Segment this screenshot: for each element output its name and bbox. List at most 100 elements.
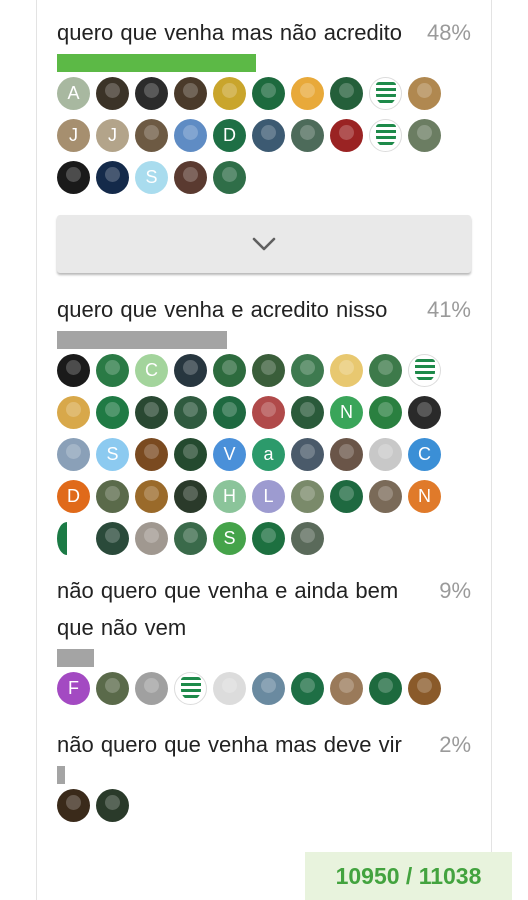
voter-avatars xyxy=(57,789,477,831)
voter-avatar-photo[interactable] xyxy=(213,672,246,705)
voter-avatar-initial[interactable]: D xyxy=(57,480,90,513)
voter-avatar-photo[interactable] xyxy=(135,438,168,471)
voter-avatar-photo[interactable] xyxy=(174,438,207,471)
voter-avatar-photo[interactable] xyxy=(330,672,363,705)
voter-avatar-photo[interactable] xyxy=(252,77,285,110)
voter-avatar-photo[interactable] xyxy=(135,396,168,429)
voter-avatar-initial[interactable]: C xyxy=(408,438,441,471)
voter-avatar-photo[interactable] xyxy=(252,354,285,387)
voter-avatar-photo[interactable] xyxy=(174,396,207,429)
voter-avatar-photo[interactable] xyxy=(57,789,90,822)
voter-avatar-photo[interactable] xyxy=(369,480,402,513)
voter-avatar-photo[interactable] xyxy=(96,480,129,513)
voter-avatar-photo[interactable] xyxy=(291,119,324,152)
voter-avatar-crest[interactable] xyxy=(408,354,441,387)
result-bar xyxy=(57,766,65,784)
voter-avatar-photo[interactable] xyxy=(330,77,363,110)
voter-avatar-photo[interactable] xyxy=(330,438,363,471)
voter-avatar-photo[interactable] xyxy=(57,396,90,429)
voter-avatar-photo[interactable] xyxy=(174,480,207,513)
card-left-edge xyxy=(36,0,37,900)
show-more-voters-button[interactable] xyxy=(57,215,471,273)
result-bar-track xyxy=(57,331,471,349)
voter-avatar-photo[interactable] xyxy=(408,672,441,705)
voter-avatar-photo[interactable] xyxy=(291,354,324,387)
voter-avatar-initial[interactable]: A xyxy=(57,77,90,110)
voter-avatar-photo[interactable] xyxy=(96,396,129,429)
voter-avatar-photo[interactable] xyxy=(57,354,90,387)
voter-avatar-initial[interactable]: S xyxy=(96,438,129,471)
voter-avatar-initial[interactable]: N xyxy=(330,396,363,429)
voter-avatar-photo[interactable] xyxy=(174,77,207,110)
voter-avatar-photo[interactable] xyxy=(213,396,246,429)
club-crest-icon xyxy=(414,359,435,382)
voter-avatar-photo[interactable] xyxy=(291,672,324,705)
voter-avatar-crest[interactable] xyxy=(174,672,207,705)
voter-avatar-photo[interactable] xyxy=(96,789,129,822)
voter-avatar-photo[interactable] xyxy=(291,480,324,513)
voter-avatar-initial[interactable]: F xyxy=(57,672,90,705)
voter-avatar-photo[interactable] xyxy=(291,522,324,555)
voter-avatar-crest[interactable] xyxy=(369,119,402,152)
voter-avatar-photo[interactable] xyxy=(135,522,168,555)
voter-avatar-partial[interactable] xyxy=(57,522,77,555)
voter-avatar-photo[interactable] xyxy=(96,522,129,555)
poll-results: quero que venha mas não acredito 48% AJJ… xyxy=(57,0,471,831)
voter-avatar-initial[interactable]: S xyxy=(213,522,246,555)
voter-avatar-initial[interactable]: V xyxy=(213,438,246,471)
voter-avatar-photo[interactable] xyxy=(174,522,207,555)
voter-avatar-photo[interactable] xyxy=(369,672,402,705)
voter-avatar-photo[interactable] xyxy=(174,119,207,152)
voter-avatar-initial[interactable]: L xyxy=(252,480,285,513)
voter-avatar-photo[interactable] xyxy=(252,119,285,152)
voter-avatar-initial[interactable]: J xyxy=(96,119,129,152)
voter-avatars: CNSVaCDHLNS xyxy=(57,354,477,564)
voter-avatar-photo[interactable] xyxy=(291,438,324,471)
voter-avatar-photo[interactable] xyxy=(252,672,285,705)
voter-avatar-photo[interactable] xyxy=(291,396,324,429)
voter-avatar-photo[interactable] xyxy=(96,672,129,705)
option-label: não quero que venha e ainda bem que não … xyxy=(57,578,399,640)
voter-avatar-photo[interactable] xyxy=(252,396,285,429)
voter-avatar-photo[interactable] xyxy=(135,77,168,110)
voter-avatar-photo[interactable] xyxy=(369,438,402,471)
voter-avatar-photo[interactable] xyxy=(174,161,207,194)
voter-avatar-photo[interactable] xyxy=(330,119,363,152)
club-crest-icon xyxy=(180,677,201,700)
voter-avatar-initial[interactable]: H xyxy=(213,480,246,513)
result-bar-track xyxy=(57,649,471,667)
option-percent: 41% xyxy=(426,297,471,322)
option-percent: 9% xyxy=(439,578,471,603)
voter-avatar-photo[interactable] xyxy=(369,396,402,429)
voter-avatar-photo[interactable] xyxy=(213,77,246,110)
voter-avatar-photo[interactable] xyxy=(135,480,168,513)
voter-avatar-photo[interactable] xyxy=(213,161,246,194)
voter-avatar-initial[interactable]: a xyxy=(252,438,285,471)
voter-avatar-photo[interactable] xyxy=(330,480,363,513)
voter-avatar-photo[interactable] xyxy=(96,354,129,387)
voter-avatar-initial[interactable]: J xyxy=(57,119,90,152)
voter-avatar-initial[interactable]: C xyxy=(135,354,168,387)
voter-avatar-photo[interactable] xyxy=(57,438,90,471)
voter-avatar-photo[interactable] xyxy=(96,77,129,110)
voter-avatar-crest[interactable] xyxy=(369,77,402,110)
voter-avatar-initial[interactable]: D xyxy=(213,119,246,152)
voter-avatar-photo[interactable] xyxy=(252,522,285,555)
voter-avatar-photo[interactable] xyxy=(408,119,441,152)
voter-avatar-photo[interactable] xyxy=(369,354,402,387)
voter-avatar-initial[interactable]: S xyxy=(135,161,168,194)
voter-avatar-photo[interactable] xyxy=(174,354,207,387)
poll-option: não quero que venha mas deve vir 2% xyxy=(57,726,471,831)
voter-avatar-photo[interactable] xyxy=(213,354,246,387)
option-label: não quero que venha mas deve vir xyxy=(57,732,402,757)
voter-avatar-photo[interactable] xyxy=(408,77,441,110)
voter-avatar-photo[interactable] xyxy=(408,396,441,429)
voter-avatar-photo[interactable] xyxy=(96,161,129,194)
voter-avatar-photo[interactable] xyxy=(57,161,90,194)
voter-avatar-photo[interactable] xyxy=(291,77,324,110)
voter-avatar-photo[interactable] xyxy=(330,354,363,387)
voter-avatar-initial[interactable]: N xyxy=(408,480,441,513)
voter-avatar-photo[interactable] xyxy=(135,119,168,152)
voter-avatar-photo[interactable] xyxy=(135,672,168,705)
option-percent: 2% xyxy=(439,732,471,757)
